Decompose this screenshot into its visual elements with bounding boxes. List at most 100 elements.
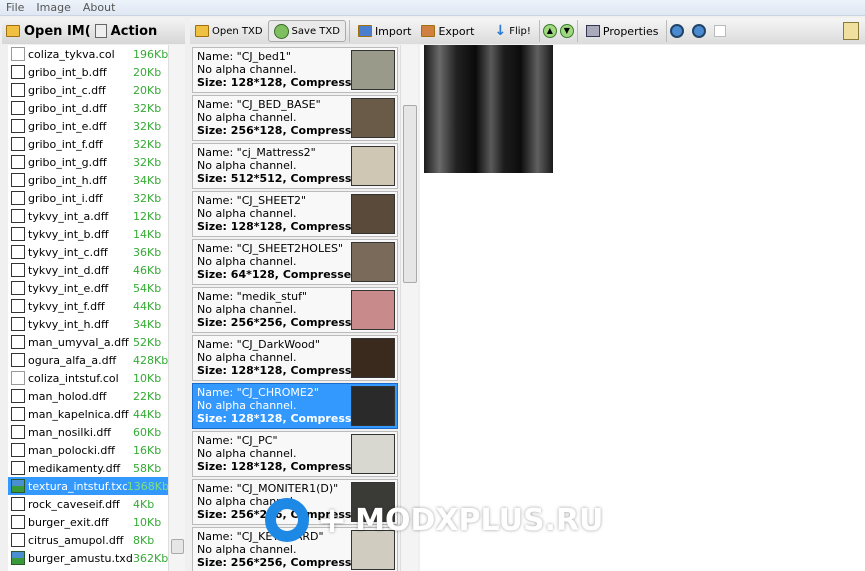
file-list-item[interactable]: tykvy_int_h.dff 34Kb	[8, 315, 169, 333]
model-file-icon	[11, 83, 25, 97]
file-list-item[interactable]: ogura_alfa_a.dff 428Kb	[8, 351, 169, 369]
file-list-item[interactable]: gribo_int_h.dff 34Kb	[8, 171, 169, 189]
file-size: 16Kb	[133, 443, 162, 457]
model-file-icon	[11, 209, 25, 223]
file-list-item[interactable]: tykvy_int_a.dff 12Kb	[8, 207, 169, 225]
file-size: 32Kb	[133, 191, 162, 205]
texture-thumbnail	[351, 146, 395, 186]
file-list-item[interactable]: man_holod.dff 22Kb	[8, 387, 169, 405]
left-toolbar: Open IM( Action	[2, 18, 185, 44]
texture-thumbnail	[351, 242, 395, 282]
file-list-item[interactable]: citrus_amupol.dff 8Kb	[8, 531, 169, 549]
file-list-item[interactable]: gribo_int_d.dff 32Kb	[8, 99, 169, 117]
file-list-item[interactable]: tykvy_int_d.dff 46Kb	[8, 261, 169, 279]
texture-thumbnail	[351, 194, 395, 234]
file-list-item[interactable]: man_kapelnica.dff 44Kb	[8, 405, 169, 423]
image-file-icon	[11, 479, 25, 493]
open-img-button[interactable]: Open IM(	[24, 24, 91, 39]
texture-list-item[interactable]: Name: "CJ_SHEET2HOLES" No alpha channel. S…	[192, 239, 398, 285]
texture-thumbnail	[351, 50, 395, 90]
scroll-thumb[interactable]	[171, 539, 184, 554]
menu-about[interactable]: About	[77, 0, 122, 15]
file-list-item[interactable]: burger_amustu.txd 362Kb	[8, 549, 169, 567]
document-icon	[11, 47, 25, 61]
arrow-down-icon: ↓	[494, 23, 507, 39]
file-name: tykvy_int_c.dff	[28, 245, 108, 259]
model-file-icon	[11, 155, 25, 169]
texture-list-item[interactable]: Name: "CJ_SHEET2" No alpha channel. Size: …	[192, 191, 398, 237]
texture-list-item[interactable]: Name: "CJ_BED_BASE" No alpha channel. Size…	[192, 95, 398, 141]
file-list-item[interactable]: man_umyval_a.dff 52Kb	[8, 333, 169, 351]
zoom-in-icon[interactable]	[670, 24, 685, 38]
file-list-item[interactable]: medikamenty.dff 58Kb	[8, 459, 169, 477]
file-list-item[interactable]: gribo_int_g.dff 32Kb	[8, 153, 169, 171]
watermark-logo: + MODXPLUS.RU	[265, 498, 603, 542]
file-list: coliza_tykva.col 196Kb gribo_int_b.dff 20Kb…	[8, 45, 169, 571]
menu-image[interactable]: Image	[30, 0, 76, 15]
file-size: 1368Kb	[126, 479, 169, 493]
properties-icon	[585, 25, 600, 37]
file-list-item[interactable]: coliza_tykva.col 196Kb	[8, 45, 169, 63]
file-list-scrollbar[interactable]	[168, 45, 185, 571]
file-list-item[interactable]: textura_intstuf.txd 1368Kb	[8, 477, 169, 495]
file-list-item[interactable]: gribo_int_e.dff 32Kb	[8, 117, 169, 135]
save-txd-button[interactable]: Save TXD	[267, 20, 346, 42]
file-list-item[interactable]: tykvy_int_b.dff 14Kb	[8, 225, 169, 243]
properties-button[interactable]: Properties	[581, 20, 664, 42]
file-size: 22Kb	[133, 389, 162, 403]
export-button[interactable]: Export	[416, 20, 479, 42]
zoom-out-icon[interactable]	[692, 24, 707, 38]
import-icon	[357, 25, 372, 37]
file-list-item[interactable]: tykvy_int_c.dff 36Kb	[8, 243, 169, 261]
watermark-text: MODXPLUS.RU	[355, 502, 604, 538]
file-size: 32Kb	[133, 155, 162, 169]
import-button[interactable]: Import	[353, 20, 417, 42]
texture-list-item[interactable]: Name: "CJ_DarkWood" No alpha channel. Size…	[192, 335, 398, 381]
move-down-icon[interactable]: ▼	[559, 24, 574, 38]
texture-thumbnail	[351, 338, 395, 378]
flip-label: Flip!	[509, 25, 531, 37]
texture-list-item[interactable]: Name: "CJ_PC" No alpha channel. Size: 128*…	[192, 431, 398, 477]
action-button[interactable]: Action	[111, 24, 158, 39]
fit-icon[interactable]	[714, 25, 727, 37]
file-list-item[interactable]: gribo_int_c.dff 20Kb	[8, 81, 169, 99]
move-up-icon[interactable]: ▲	[542, 24, 557, 38]
file-list-item[interactable]: gribo_int_f.dff 32Kb	[8, 135, 169, 153]
model-file-icon	[11, 263, 25, 277]
file-list-item[interactable]: man_polocki.dff 16Kb	[8, 441, 169, 459]
open-txd-button[interactable]: Open TXD	[190, 20, 268, 42]
file-name: man_nosilki.dff	[28, 425, 111, 439]
menu-file[interactable]: File	[0, 0, 30, 15]
file-name: tykvy_int_a.dff	[28, 209, 109, 223]
texture-list-item[interactable]: Name: "CJ_CHROME2" No alpha channel. Size:…	[192, 383, 398, 429]
texture-list-item[interactable]: Name: "CJ_bed1" No alpha channel. Size: 12…	[192, 47, 398, 93]
texture-list-item[interactable]: Name: "medik_stuf" No alpha channel. Size:…	[192, 287, 398, 333]
texture-list-item[interactable]: Name: "cj_Mattress2" No alpha channel. Siz…	[192, 143, 398, 189]
scroll-thumb[interactable]	[403, 105, 417, 283]
file-list-item[interactable]: gribo_int_i.dff 32Kb	[8, 189, 169, 207]
file-size: 44Kb	[133, 407, 162, 421]
file-size: 20Kb	[133, 83, 162, 97]
separator	[576, 20, 578, 42]
file-list-item[interactable]: coliza_intstuf.col 10Kb	[8, 369, 169, 387]
panel-toggle-icon[interactable]	[843, 22, 859, 40]
file-list-item[interactable]: burger_exit.dff 10Kb	[8, 513, 169, 531]
file-list-item[interactable]: man_nosilki.dff 60Kb	[8, 423, 169, 441]
file-list-item[interactable]: tykvy_int_e.dff 54Kb	[8, 279, 169, 297]
texture-list-scrollbar[interactable]	[400, 45, 418, 571]
file-name: gribo_int_g.dff	[28, 155, 107, 169]
file-list-item[interactable]: tykvy_int_f.dff 44Kb	[8, 297, 169, 315]
separator	[538, 20, 540, 42]
file-size: 46Kb	[133, 263, 162, 277]
file-name: tykvy_int_b.dff	[28, 227, 109, 241]
separator	[666, 20, 668, 42]
texture-thumbnail	[351, 98, 395, 138]
file-name: coliza_tykva.col	[28, 47, 115, 61]
file-list-item[interactable]: gribo_int_b.dff 20Kb	[8, 63, 169, 81]
file-name: tykvy_int_e.dff	[28, 281, 109, 295]
menu-bar: File Image About	[0, 0, 865, 16]
file-list-item[interactable]: rock_caveseif.dff 4Kb	[8, 495, 169, 513]
file-name: gribo_int_h.dff	[28, 173, 107, 187]
flip-button[interactable]: ↓ Flip!	[489, 20, 535, 42]
folder-icon	[6, 25, 20, 37]
